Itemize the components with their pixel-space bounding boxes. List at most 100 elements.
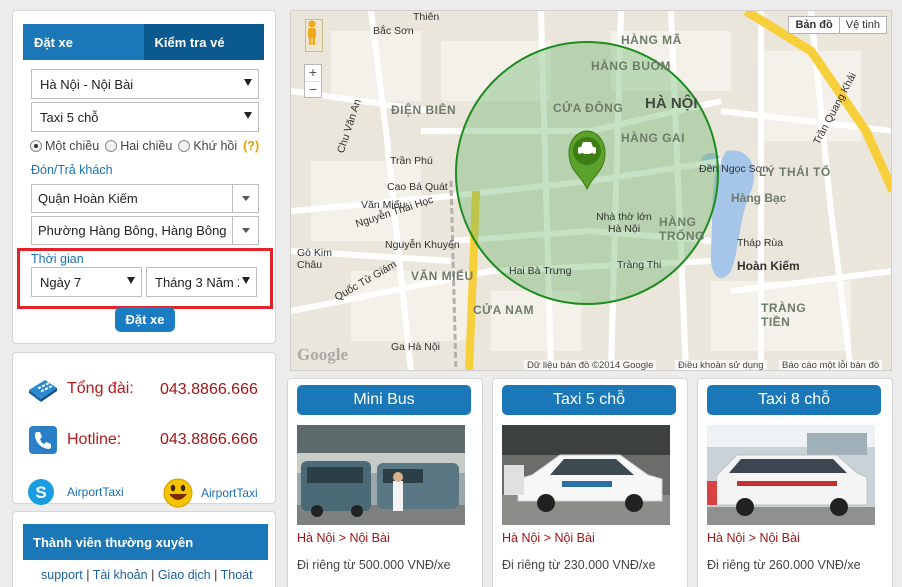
map-label: ĐIỆN BIÊN xyxy=(391,103,457,117)
map-label: Ga Hà Nội xyxy=(391,341,441,353)
radio-one-way[interactable]: Một chiều xyxy=(30,139,99,153)
dropdown-arrow-icon xyxy=(127,277,135,284)
minibus-photo[interactable] xyxy=(297,425,465,525)
chevron-down-icon xyxy=(241,196,250,201)
map-type-control: Bản đồ Vệ tinh xyxy=(788,16,887,34)
map-label: HÀNG BUỒM xyxy=(591,59,671,73)
ward-value: Phường Hàng Bông, Hàng Bông xyxy=(38,223,227,238)
svg-text:S: S xyxy=(35,483,46,502)
skype-icon: S xyxy=(28,479,54,505)
hotline-number: 043.8866.666 xyxy=(160,431,258,448)
ward-dropdown-button[interactable] xyxy=(232,217,258,244)
zoom-out-button[interactable]: − xyxy=(305,81,321,97)
trip-type-group: Một chiều Hai chiều Khứ hồi (?) xyxy=(30,139,259,153)
map-label: Tháp Rùa xyxy=(737,237,784,249)
map-type-satellite-button[interactable]: Vệ tinh xyxy=(838,17,886,33)
switchboard-number: 043.8866.666 xyxy=(160,381,258,398)
map-label: Cao Bá Quát xyxy=(387,181,448,193)
minibus-photo-image xyxy=(297,425,465,525)
vehicle-select[interactable]: Taxi 5 chỗ xyxy=(31,102,259,132)
tab-check-ticket[interactable]: Kiểm tra vé xyxy=(143,24,264,60)
district-dropdown-button[interactable] xyxy=(232,185,258,212)
map-terms-link[interactable]: Điều khoản sử dụng xyxy=(675,360,767,370)
map-label: HÀNG TRỐNG xyxy=(659,215,705,243)
chevron-down-icon xyxy=(241,228,250,233)
map-label: Thiên xyxy=(413,11,440,23)
switchboard-row: Tổng đài: xyxy=(27,373,134,405)
taxi8-route: Hà Nội > Nội Bài xyxy=(707,531,800,545)
map-label: Gò Kim Châu xyxy=(297,247,333,271)
map-view[interactable]: + − Bản đồ Vệ tinh Thiên Bắc Sơn HÀNG BU… xyxy=(290,10,892,371)
tab-book[interactable]: Đặt xe xyxy=(23,24,144,60)
taxi5-route: Hà Nội > Nội Bài xyxy=(502,531,595,545)
map-label: VĂN MIẾU xyxy=(411,269,474,283)
map-label: CỬA NAM xyxy=(473,303,535,317)
taxi8-button[interactable]: Taxi 8 chỗ xyxy=(707,385,881,415)
booking-panel: Đặt xe Kiểm tra vé Hà Nội - Nội Bài Taxi… xyxy=(12,10,276,344)
phone-icon xyxy=(27,424,59,456)
booking-tabs: Đặt xe Kiểm tra vé xyxy=(23,24,264,60)
zoom-in-button[interactable]: + xyxy=(305,65,321,81)
district-combobox[interactable]: Quận Hoàn Kiếm xyxy=(31,184,259,213)
skype-label: AirportTaxi xyxy=(67,485,124,499)
minibus-button[interactable]: Mini Bus xyxy=(297,385,471,415)
dropdown-arrow-icon xyxy=(242,277,250,284)
minibus-route: Hà Nội > Nội Bài xyxy=(297,531,390,545)
minibus-price: Đi riêng từ 500.000 VNĐ/xe xyxy=(297,558,451,572)
map-label: HÀ NỘI xyxy=(645,95,698,112)
taxi8-photo[interactable] xyxy=(707,425,875,525)
dropdown-arrow-icon xyxy=(244,112,252,119)
radio-label: Hai chiều xyxy=(120,139,173,153)
yahoo-label: AirportTaxi xyxy=(201,486,258,500)
switchboard-label: Tổng đài: xyxy=(67,380,134,397)
radio-round-trip[interactable]: Khứ hồi xyxy=(178,139,237,153)
taxi5-button[interactable]: Taxi 5 chỗ xyxy=(502,385,676,415)
taxi8-photo-image xyxy=(707,425,875,525)
street-view-pegman[interactable] xyxy=(305,19,323,52)
pickup-label: Đón/Trả khách xyxy=(31,163,113,177)
map-type-map-button[interactable]: Bản đồ xyxy=(789,17,838,33)
skype-link[interactable]: S AirportTaxi xyxy=(27,478,124,506)
map-data-credit: Dữ liệu bản đồ ©2014 Google xyxy=(524,360,657,370)
taxi8-price: Đi riêng từ 260.000 VNĐ/xe xyxy=(707,558,861,572)
vehicle-card-minibus: Mini Bus Hà Nội > Nội Bài Đi riêng từ 50… xyxy=(287,378,483,587)
ward-combobox[interactable]: Phường Hàng Bông, Hàng Bông xyxy=(31,216,259,245)
dropdown-arrow-icon xyxy=(244,79,252,86)
radio-two-way[interactable]: Hai chiều xyxy=(105,139,172,153)
members-panel: Thành viên thường xuyên support | Tài kh… xyxy=(12,511,276,587)
route-select[interactable]: Hà Nội - Nội Bài xyxy=(31,69,259,99)
vehicle-card-taxi5: Taxi 5 chỗ Hà Nội > Nội Bài Đi riêng từ … xyxy=(492,378,688,587)
vehicle-select-value: Taxi 5 chỗ xyxy=(40,109,99,125)
map-label: Nhà thờ lớn Hà Nội xyxy=(596,211,652,235)
zoom-control: + − xyxy=(304,64,322,98)
members-links: support | Tài khoản | Giao dịch | Thoát xyxy=(41,568,253,582)
month-select-value: Tháng 3 Năm 2 xyxy=(155,274,239,290)
route-select-value: Hà Nội - Nội Bài xyxy=(40,76,134,92)
map-report-link[interactable]: Báo cáo một lỗi bản đồ xyxy=(779,360,883,370)
link-account[interactable]: Tài khoản xyxy=(93,568,148,582)
map-label: HÀNG GAI xyxy=(621,131,685,145)
day-select[interactable]: Ngày 7 xyxy=(31,267,142,297)
link-separator: | xyxy=(151,568,158,582)
yahoo-link[interactable]: AirportTaxi xyxy=(161,478,258,508)
taxi5-price: Đi riêng từ 230.000 VNĐ/xe xyxy=(502,558,656,572)
link-logout[interactable]: Thoát xyxy=(221,568,253,582)
map-label: Trần Phú xyxy=(390,155,433,167)
map-label: CỬA ĐÔNG xyxy=(553,101,624,115)
book-submit-button[interactable]: Đặt xe xyxy=(115,307,175,332)
map-label: LÝ THÁI TỔ xyxy=(759,165,831,179)
taxi5-photo-image xyxy=(502,425,670,525)
link-trade[interactable]: Giao dịch xyxy=(158,568,211,582)
taxi5-photo[interactable] xyxy=(502,425,670,525)
pegman-icon xyxy=(308,20,316,45)
month-select[interactable]: Tháng 3 Năm 2 xyxy=(146,267,257,297)
map-label: Tràng Thi xyxy=(617,259,662,271)
hotline-label: Hotline: xyxy=(67,431,122,448)
trip-help-link[interactable]: (?) xyxy=(243,139,259,153)
radio-dot xyxy=(105,140,118,152)
radio-dot xyxy=(178,140,191,152)
members-title: Thành viên thường xuyên xyxy=(23,524,268,560)
map-label: Bắc Sơn xyxy=(373,25,414,37)
map-label: Hai Bà Trưng xyxy=(509,265,572,277)
link-support[interactable]: support xyxy=(41,568,83,582)
